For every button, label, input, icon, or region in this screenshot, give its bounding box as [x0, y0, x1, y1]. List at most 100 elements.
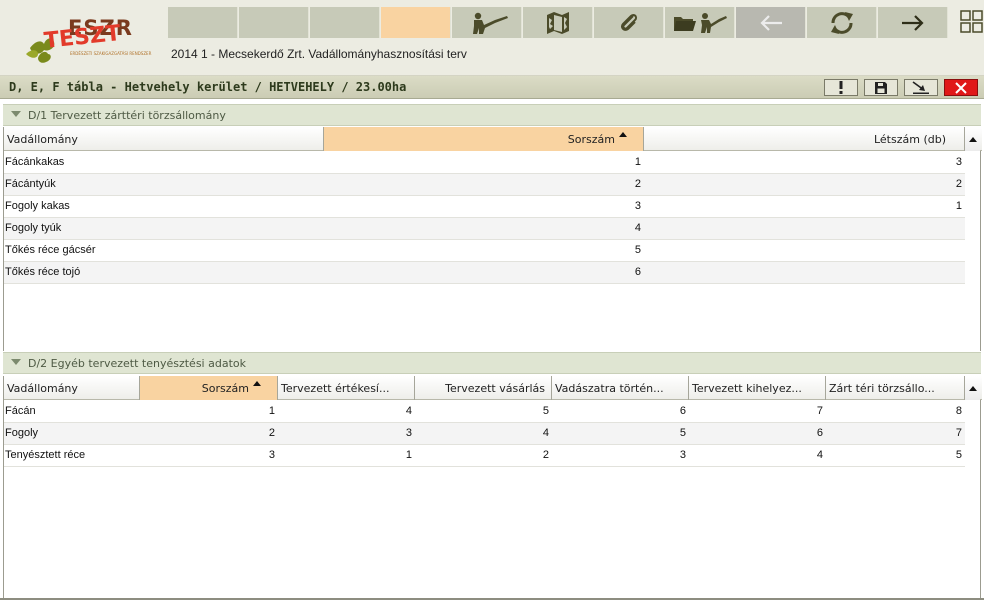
hunter-rifle-icon — [472, 12, 508, 34]
cell-zart-teri-torzsallomany: 7 — [955, 427, 962, 439]
table-row[interactable]: Fogoly tyúk 4 — [4, 218, 965, 240]
column-header-vadallomany[interactable]: Vadállomány — [4, 127, 324, 151]
column-header-tervezett-ertekesites[interactable]: Tervezett értékesí... — [278, 376, 415, 400]
grid-view-icon[interactable] — [960, 10, 984, 34]
cell-sorszam: 1 — [634, 156, 641, 168]
table-row[interactable]: Fogoly kakas 3 1 — [4, 196, 965, 218]
cell-tervezett-kihelyezes: 7 — [816, 405, 823, 417]
cell-letszam — [644, 218, 965, 239]
section-d2-header[interactable]: D/2 Egyéb tervezett tenyésztési adatok — [3, 352, 981, 374]
cell-sorszam: 2 — [268, 427, 275, 439]
sort-ascending-icon — [253, 381, 261, 386]
export-icon — [912, 81, 929, 94]
arrow-left-icon — [759, 14, 782, 31]
cell-sorszam: 1 — [268, 405, 275, 417]
cell-sorszam: 3 — [268, 449, 275, 461]
column-header-letszam[interactable]: Létszám (db) — [644, 127, 966, 151]
export-button[interactable] — [904, 79, 938, 96]
cell-vadallomany: Tőkés réce tojó — [5, 266, 81, 278]
folder-hunter-icon — [673, 12, 727, 33]
window-title-bar: D, E, F tábla - Hetvehely kerület / HETV… — [0, 76, 984, 99]
cell-vadallomany: Tenyésztett réce — [5, 449, 86, 461]
app-header: ESZR TESZT ERDÉSZETI SZAKIGAZGATÁSI REND… — [0, 0, 984, 76]
table-row[interactable]: Tőkés réce tojó 6 — [4, 262, 965, 284]
cell-letszam — [644, 262, 965, 283]
cell-sorszam: 2 — [634, 178, 641, 190]
scroll-up-button[interactable] — [964, 376, 980, 400]
eszr-logo: ESZR TESZT ERDÉSZETI SZAKIGAZGATÁSI REND… — [26, 16, 151, 66]
collapse-triangle-icon[interactable] — [11, 359, 21, 365]
cell-zart-teri-torzsallomany: 5 — [955, 449, 962, 461]
section-d2-title: D/2 Egyéb tervezett tenyésztési adatok — [28, 357, 246, 370]
column-header-label: Sorszám — [567, 133, 615, 146]
cell-letszam — [644, 240, 965, 261]
cell-vadallomany: Fogoly tyúk — [5, 222, 62, 234]
cell-tervezett-ertekesites: 3 — [405, 427, 412, 439]
cell-vadaszatra-tortent: 5 — [679, 427, 686, 439]
cell-tervezett-ertekesites: 1 — [405, 449, 412, 461]
column-header-tervezett-kihelyezes[interactable]: Tervezett kihelyez... — [689, 376, 826, 400]
window-title: D, E, F tábla - Hetvehely kerület / HETV… — [9, 80, 407, 94]
cell-vadallomany: Fácántyúk — [5, 178, 56, 190]
cell-vadaszatra-tortent: 3 — [679, 449, 686, 461]
cell-letszam: 2 — [955, 178, 962, 190]
column-header-sorszam[interactable]: Sorszám — [140, 376, 278, 400]
column-header-vadallomany[interactable]: Vadállomány — [4, 376, 140, 400]
table-header-row: Vadállomány Sorszám Létszám (db) — [4, 127, 982, 151]
hunter-button[interactable] — [452, 7, 522, 38]
column-header-zart-teri-torzsallomany[interactable]: Zárt téri törzsállo... — [826, 376, 966, 400]
map-icon — [546, 11, 569, 34]
cell-zart-teri-torzsallomany: 8 — [955, 405, 962, 417]
cell-vadallomany: Fácán — [5, 405, 36, 417]
column-header-vadaszatra-tortent[interactable]: Vadászatra történ... — [552, 376, 689, 400]
section-d1-title: D/1 Tervezett zárttéri törzsállomány — [28, 109, 226, 122]
cell-tervezett-vasarlas: 2 — [542, 449, 549, 461]
window-bottom-border — [0, 598, 984, 600]
collapse-triangle-icon[interactable] — [11, 111, 21, 117]
alert-button[interactable] — [824, 79, 858, 96]
arrow-right-icon — [901, 14, 924, 31]
table-row[interactable]: Tőkés réce gácsér 5 — [4, 240, 965, 262]
back-button[interactable] — [736, 7, 806, 38]
paperclip-icon — [620, 13, 637, 31]
folder-hunter-button[interactable] — [665, 7, 735, 38]
cell-sorszam: 6 — [634, 266, 641, 278]
cell-sorszam: 5 — [634, 244, 641, 256]
toolbar-slot-1[interactable] — [168, 7, 238, 38]
attachment-button[interactable] — [594, 7, 664, 38]
table-row[interactable]: Fogoly 2 3 4 5 6 7 — [4, 423, 965, 445]
refresh-button[interactable] — [807, 7, 877, 38]
table-row[interactable]: Tenyésztett réce 3 1 2 3 4 5 — [4, 445, 965, 467]
toolbar-slot-3[interactable] — [310, 7, 380, 38]
exclamation-icon — [839, 81, 843, 94]
section-d1-table: Vadállomány Sorszám Létszám (db) Fácánka… — [3, 127, 982, 351]
table-row[interactable]: Fácántyúk 2 2 — [4, 174, 965, 196]
cell-tervezett-vasarlas: 4 — [542, 427, 549, 439]
toolbar-slot-active[interactable] — [381, 7, 451, 38]
table-row[interactable]: Fácánkakas 1 3 — [4, 152, 965, 174]
column-header-sorszam[interactable]: Sorszám — [324, 127, 644, 151]
section-d1-header[interactable]: D/1 Tervezett zárttéri törzsállomány — [3, 104, 981, 126]
cell-sorszam: 3 — [634, 200, 641, 212]
cell-vadallomany: Fogoly kakas — [5, 200, 70, 212]
scroll-up-arrow-icon — [968, 136, 977, 142]
close-button[interactable] — [944, 79, 978, 96]
forward-button[interactable] — [878, 7, 948, 38]
close-icon — [955, 81, 967, 94]
refresh-icon — [830, 11, 853, 34]
toolbar-slot-2[interactable] — [239, 7, 309, 38]
cell-vadallomany: Fácánkakas — [5, 156, 65, 168]
save-button[interactable] — [864, 79, 898, 96]
cell-vadallomany: Tőkés réce gácsér — [5, 244, 96, 256]
cell-tervezett-vasarlas: 5 — [542, 405, 549, 417]
column-header-label: Sorszám — [201, 382, 249, 395]
map-button[interactable] — [523, 7, 593, 38]
cell-letszam: 3 — [955, 156, 962, 168]
scroll-up-button[interactable] — [964, 127, 980, 151]
table-row[interactable]: Fácán 1 4 5 6 7 8 — [4, 401, 965, 423]
sort-ascending-icon — [619, 132, 627, 137]
section-d2-table: Vadállomány Sorszám Tervezett értékesí..… — [3, 376, 982, 598]
logo-subtitle: ERDÉSZETI SZAKIGAZGATÁSI RENDSZER — [70, 51, 152, 56]
scroll-up-arrow-icon — [968, 385, 977, 391]
column-header-tervezett-vasarlas[interactable]: Tervezett vásárlás — [415, 376, 552, 400]
